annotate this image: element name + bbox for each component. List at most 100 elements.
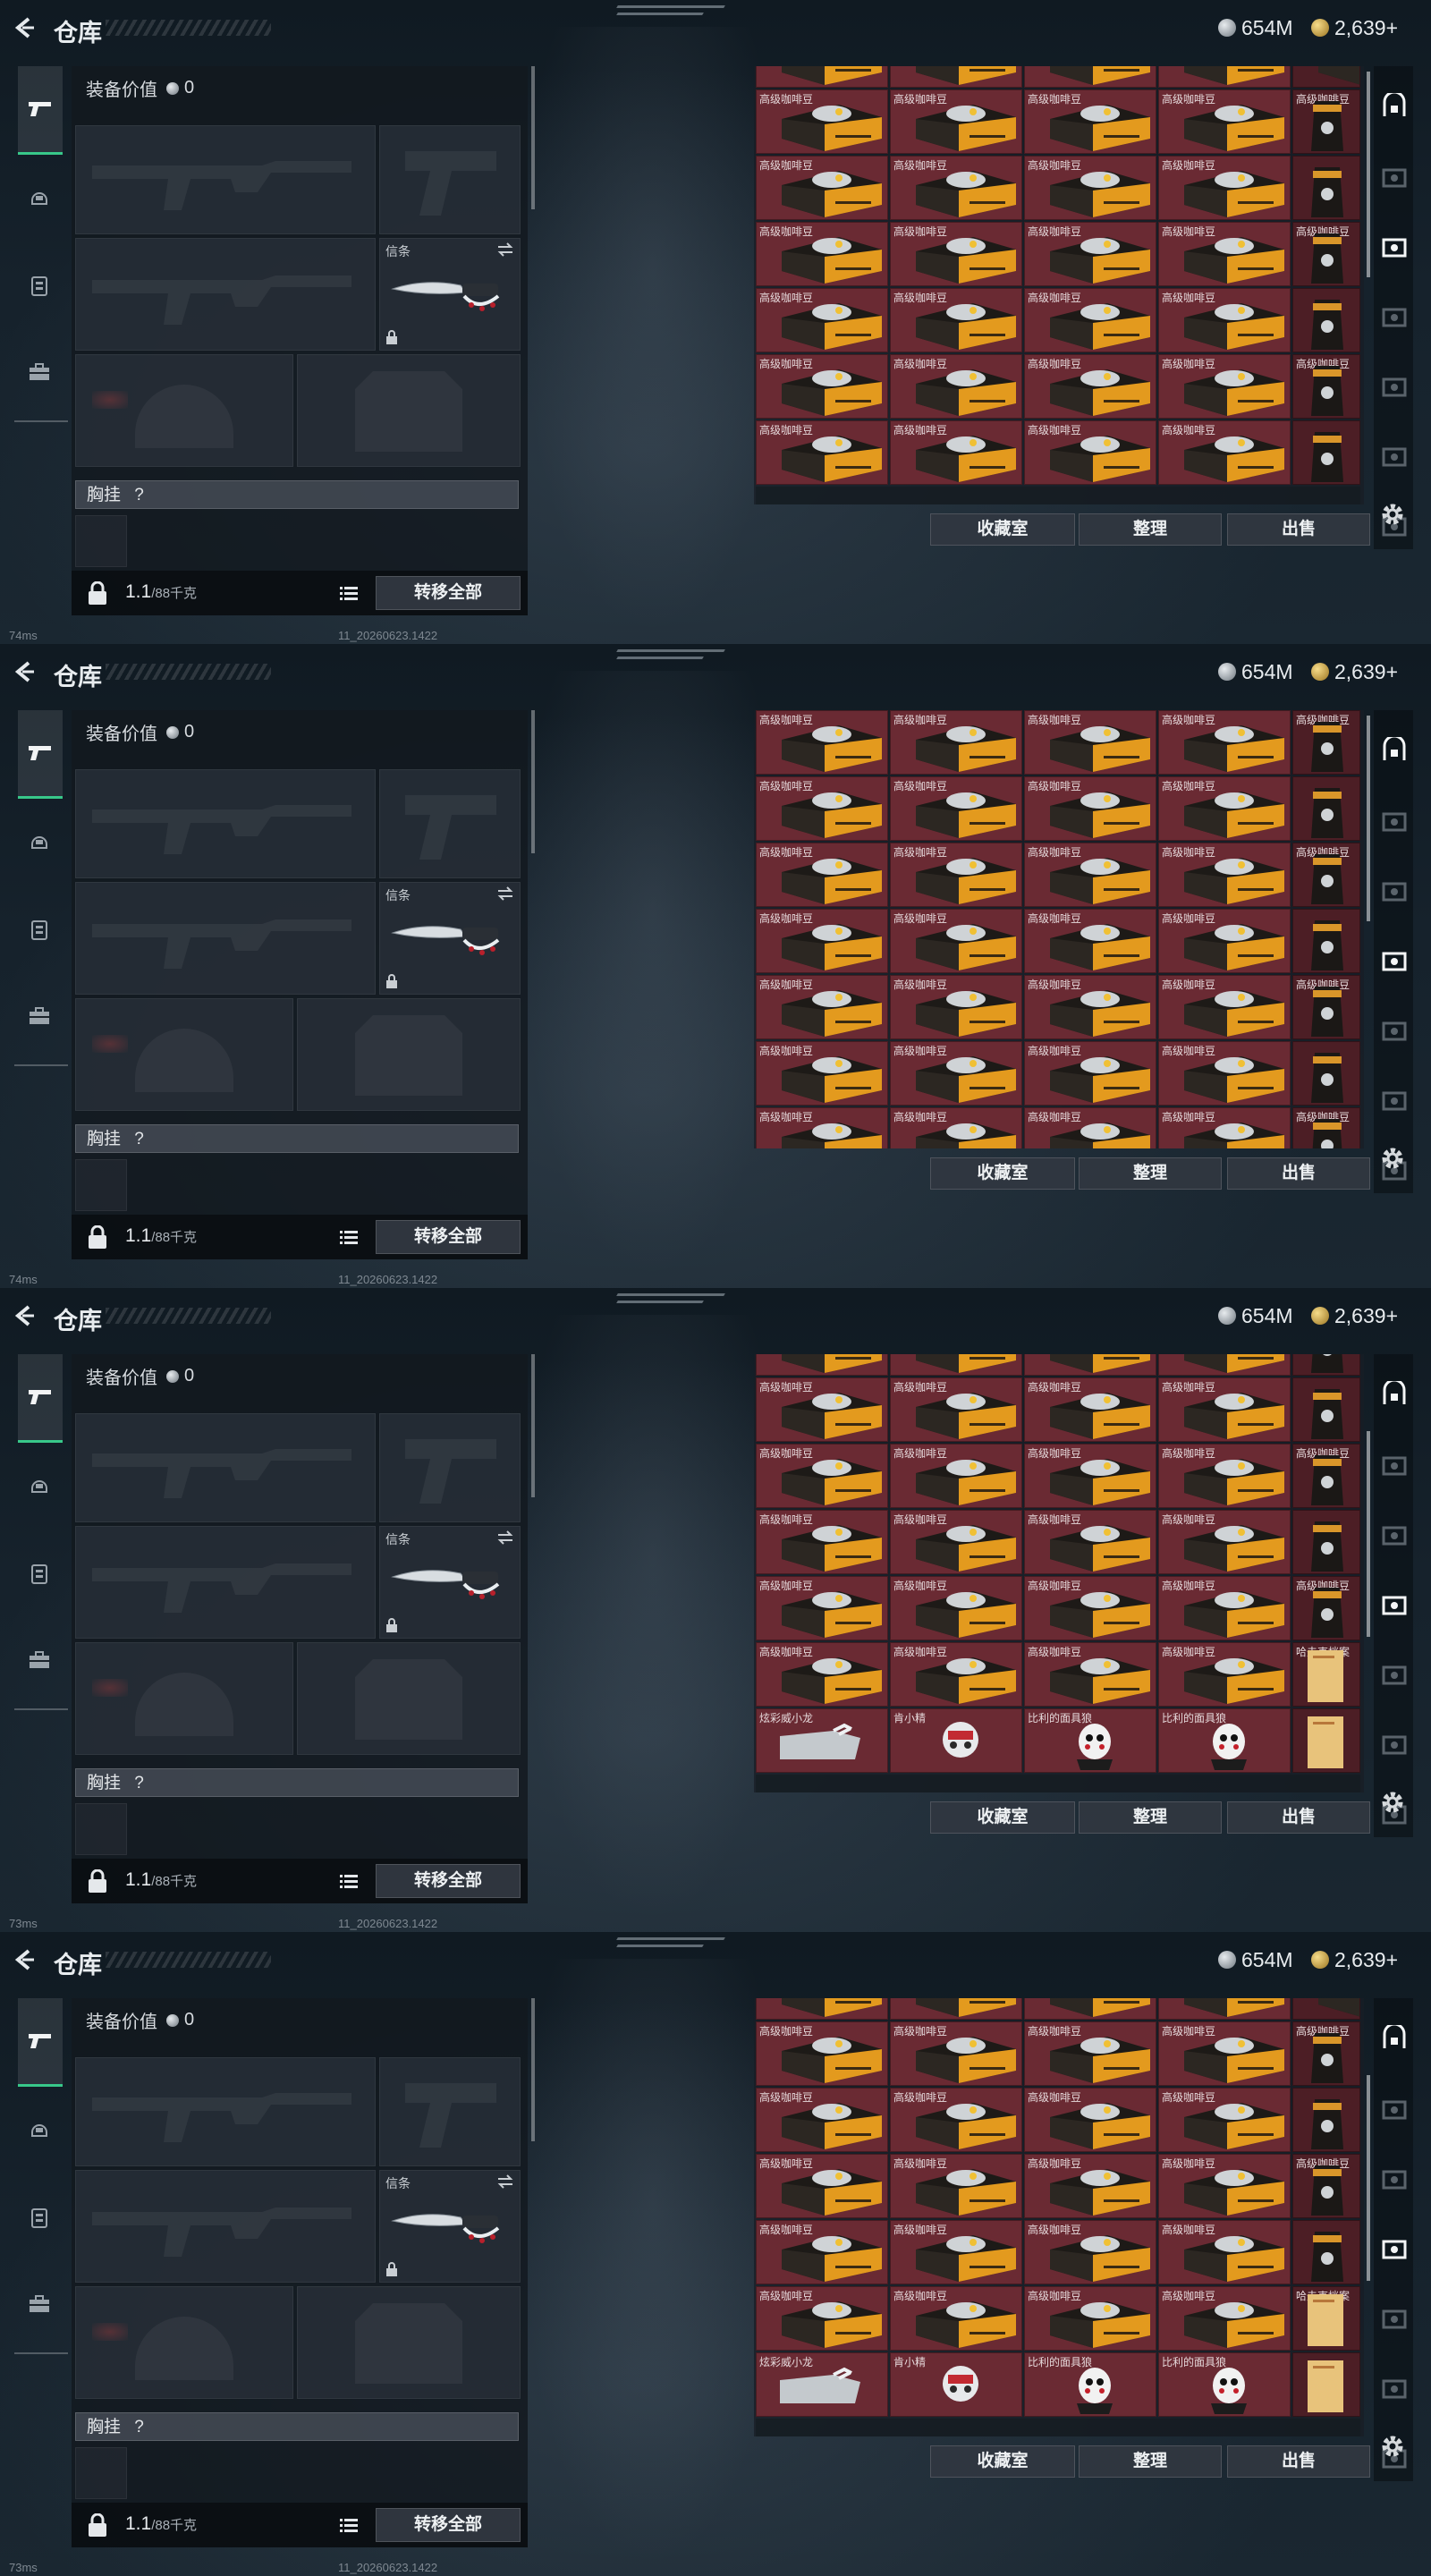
- inventory-item[interactable]: 高级咖啡豆: [1158, 843, 1291, 907]
- inventory-item[interactable]: 高级咖啡豆: [1158, 354, 1291, 419]
- inventory-item[interactable]: 高级咖啡豆: [1158, 975, 1291, 1039]
- inventory-item[interactable]: [1292, 776, 1360, 841]
- case-icon-1[interactable]: [1381, 2095, 1408, 2122]
- inventory-item[interactable]: [1292, 2352, 1360, 2417]
- add-gold-button[interactable]: +: [1386, 1948, 1398, 1972]
- inventory-item[interactable]: 高级咖啡豆: [1158, 2286, 1291, 2351]
- inventory-item[interactable]: 高级咖啡豆: [1292, 1444, 1360, 1508]
- inventory-item[interactable]: 高级咖啡豆: [1158, 1576, 1291, 1640]
- swap-icon[interactable]: [496, 1530, 514, 1545]
- helmet-slot[interactable]: [75, 354, 293, 467]
- chest-rig-help[interactable]: ?: [134, 2418, 144, 2436]
- case-icon-4[interactable]: [1381, 233, 1408, 259]
- inventory-item[interactable]: 高级咖啡豆: [756, 2021, 888, 2086]
- armor-slot[interactable]: [297, 354, 521, 467]
- inventory-item[interactable]: 高级咖啡豆: [1158, 1510, 1291, 1574]
- inventory-item[interactable]: 高级咖啡豆: [1292, 89, 1360, 154]
- safe-icon[interactable]: [1381, 90, 1408, 120]
- nav-backpack[interactable]: [18, 1639, 61, 1682]
- melee-slot[interactable]: 信条: [379, 2170, 521, 2283]
- inventory-item[interactable]: 高级咖啡豆: [756, 975, 888, 1039]
- inventory-item[interactable]: 高级咖啡豆: [1024, 776, 1156, 841]
- inventory-item[interactable]: 高级咖啡豆: [1158, 909, 1291, 973]
- nav-helmet[interactable]: [18, 177, 61, 220]
- inventory-item[interactable]: 高级咖啡豆: [1292, 843, 1360, 907]
- inventory-item[interactable]: 高级咖啡豆: [890, 2088, 1022, 2152]
- gold-currency[interactable]: 2,639 +: [1311, 659, 1398, 684]
- inventory-item[interactable]: 高级咖啡豆: [890, 1642, 1022, 1707]
- add-gold-button[interactable]: +: [1386, 660, 1398, 684]
- inventory-item[interactable]: 高级咖啡豆: [1024, 1107, 1156, 1148]
- transfer-all-button[interactable]: 转移全部: [376, 2508, 521, 2542]
- pistol-slot[interactable]: [379, 2057, 521, 2166]
- inventory-item[interactable]: 高级咖啡豆: [1158, 222, 1291, 286]
- inventory-item[interactable]: 高级咖啡豆: [756, 156, 888, 220]
- inventory-item[interactable]: 高级咖啡豆: [1024, 2286, 1156, 2351]
- inventory-item[interactable]: 高级咖啡豆: [756, 710, 888, 775]
- list-icon[interactable]: [340, 1874, 358, 1888]
- inventory-item[interactable]: 高级咖啡豆: [1024, 1354, 1156, 1376]
- inventory-item[interactable]: 高级咖啡豆: [1292, 1576, 1360, 1640]
- equipment-scrollbar[interactable]: [531, 710, 535, 853]
- sell-button[interactable]: 出售: [1227, 1157, 1370, 1190]
- case-icon-1[interactable]: [1381, 163, 1408, 190]
- inventory-item[interactable]: 比利的面具狼: [1158, 1708, 1291, 1773]
- inventory-item[interactable]: 高级咖啡豆: [1158, 1377, 1291, 1442]
- back-icon[interactable]: [13, 1304, 36, 1327]
- nav-vest[interactable]: [18, 1553, 61, 1596]
- inventory-item[interactable]: 高级咖啡豆: [890, 222, 1022, 286]
- inventory-item[interactable]: 炫彩威小龙: [756, 1708, 888, 1773]
- storage-tab-2[interactable]: [1381, 807, 1408, 834]
- sell-button[interactable]: 出售: [1227, 1801, 1370, 1834]
- storage-tab-4[interactable]: [1381, 946, 1408, 973]
- secondary-weapon-slot[interactable]: [75, 882, 376, 995]
- gold-currency[interactable]: 2,639 +: [1311, 1947, 1398, 1972]
- gold-currency[interactable]: 2,639 +: [1311, 1303, 1398, 1328]
- inventory-item[interactable]: 高级咖啡豆: [756, 2286, 888, 2351]
- nav-weapons[interactable]: [18, 66, 63, 155]
- storage-tab-6[interactable]: [1381, 2374, 1408, 2401]
- gear-icon[interactable]: [1377, 499, 1408, 530]
- chest-rig-slot[interactable]: [75, 515, 127, 567]
- inventory-item[interactable]: 高级咖啡豆: [1024, 975, 1156, 1039]
- back-icon[interactable]: [13, 660, 36, 683]
- nav-backpack[interactable]: [18, 995, 61, 1038]
- case-icon-7[interactable]: [1381, 1086, 1408, 1113]
- case-icon-5[interactable]: [1381, 2234, 1408, 2261]
- inventory-item[interactable]: 高级咖啡豆: [1024, 420, 1156, 485]
- nav-helmet[interactable]: [18, 821, 61, 864]
- inventory-item[interactable]: 高级咖啡豆: [756, 1510, 888, 1574]
- case-icon-4[interactable]: [1381, 877, 1408, 903]
- nav-helmet[interactable]: [18, 2109, 61, 2152]
- inventory-item[interactable]: 高级咖啡豆: [1024, 1576, 1156, 1640]
- safe-icon[interactable]: [1381, 734, 1408, 764]
- gear-icon[interactable]: [1377, 1787, 1408, 1818]
- lock-icon[interactable]: [88, 1869, 107, 1893]
- inventory-item[interactable]: [1292, 909, 1360, 973]
- storage-scrollbar[interactable]: [1367, 1431, 1370, 1637]
- inventory-item[interactable]: 高级咖啡豆: [1292, 975, 1360, 1039]
- inventory-item[interactable]: 高级咖啡豆: [890, 1576, 1022, 1640]
- inventory-item[interactable]: 高级咖啡豆: [890, 89, 1022, 154]
- inventory-item[interactable]: [1292, 2220, 1360, 2284]
- case-icon-6[interactable]: [1381, 372, 1408, 399]
- armor-slot[interactable]: [297, 998, 521, 1111]
- inventory-item[interactable]: 高级咖啡豆: [1024, 1444, 1156, 1508]
- storage-tab-1[interactable]: [1381, 1378, 1408, 1408]
- swap-icon[interactable]: [496, 886, 514, 901]
- inventory-item[interactable]: 高级咖啡豆: [890, 776, 1022, 841]
- inventory-item[interactable]: 高级咖啡豆: [890, 909, 1022, 973]
- nav-vest[interactable]: [18, 2197, 61, 2240]
- inventory-item[interactable]: [1158, 1998, 1291, 2020]
- inventory-item[interactable]: 高级咖啡豆: [756, 1041, 888, 1106]
- collection-button[interactable]: 收藏室: [930, 2445, 1075, 2478]
- inventory-item[interactable]: 高级咖啡豆: [890, 1377, 1022, 1442]
- inventory-item[interactable]: 高级咖啡豆: [1024, 2088, 1156, 2152]
- inventory-item[interactable]: 高级咖啡豆: [1024, 2154, 1156, 2218]
- case-icon-1[interactable]: [1381, 807, 1408, 834]
- inventory-item[interactable]: 高级咖啡豆: [756, 288, 888, 352]
- transfer-all-button[interactable]: 转移全部: [376, 576, 521, 610]
- chest-rig-header[interactable]: 胸挂 ?: [75, 1768, 519, 1797]
- inventory-item[interactable]: [1024, 1998, 1156, 2020]
- case-icon-6[interactable]: [1381, 2304, 1408, 2331]
